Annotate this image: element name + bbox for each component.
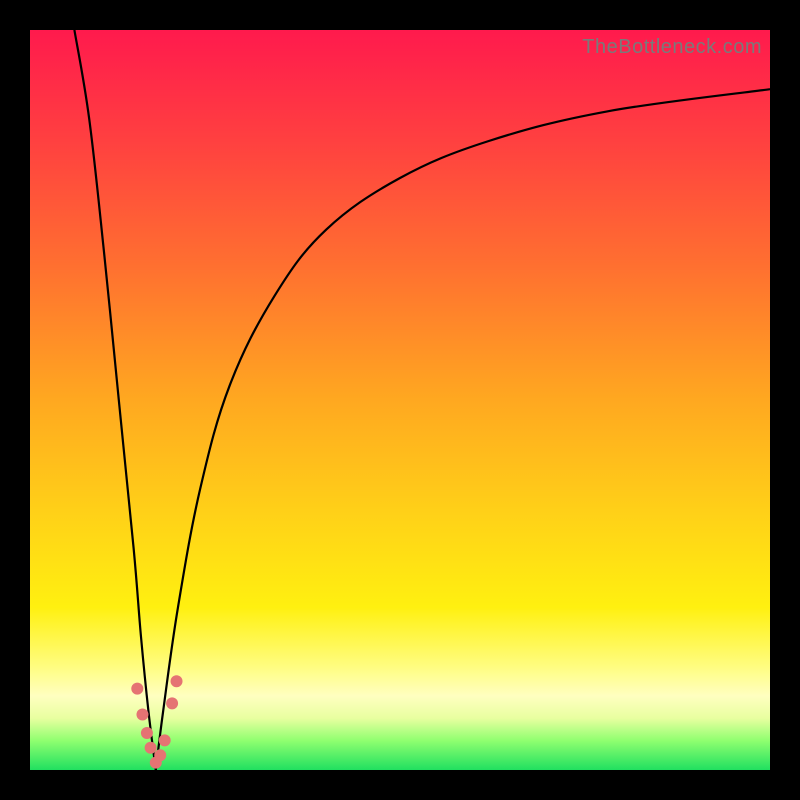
curve-right-branch bbox=[156, 89, 770, 770]
curve-left-branch bbox=[74, 30, 155, 770]
data-marker bbox=[159, 734, 171, 746]
plot-area: TheBottleneck.com bbox=[30, 30, 770, 770]
data-marker bbox=[145, 742, 157, 754]
data-marker bbox=[136, 709, 148, 721]
data-marker bbox=[171, 675, 183, 687]
data-marker bbox=[166, 697, 178, 709]
chart-frame: TheBottleneck.com bbox=[0, 0, 800, 800]
bottleneck-curve bbox=[30, 30, 770, 770]
data-marker bbox=[141, 727, 153, 739]
data-marker bbox=[131, 683, 143, 695]
marker-group bbox=[131, 675, 182, 768]
data-marker bbox=[154, 749, 166, 761]
